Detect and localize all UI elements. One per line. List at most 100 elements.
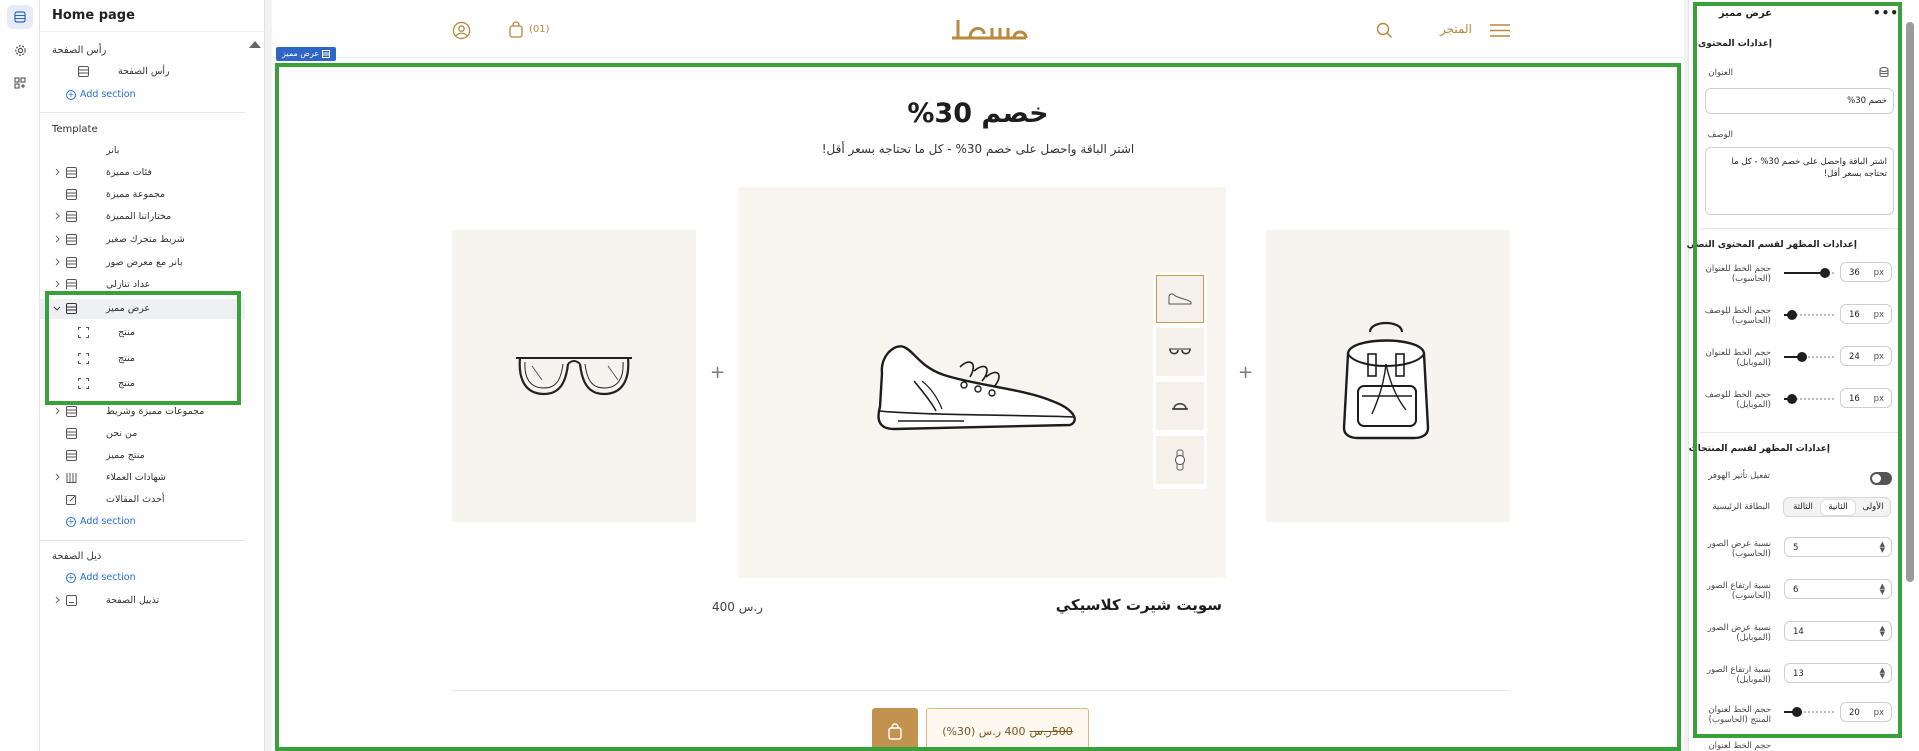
account-icon[interactable] [452, 21, 471, 40]
old-price: 500ر.س [1029, 724, 1073, 738]
tree-item-our-picks[interactable]: مختاراتنا المميزة [40, 207, 245, 227]
store-logo[interactable] [948, 12, 1032, 48]
section-icon [66, 279, 77, 289]
stepper-arrows-icon[interactable]: ▲ ▼ [1880, 541, 1885, 554]
blocks-icon[interactable] [7, 71, 33, 95]
section-icon [66, 428, 77, 439]
chevron-right-icon[interactable] [53, 407, 61, 415]
tree-item-featured-categories[interactable]: فئات مميزة [40, 163, 245, 183]
font-size-label: حجم الخط للوصف (الحاسوب) [1704, 306, 1771, 326]
thumbnail-watch[interactable] [1156, 436, 1204, 484]
plus-icon: + [66, 516, 76, 527]
glasses-icon [1169, 348, 1191, 355]
image-ratio-label: نسبة ارتفاع الصور (الحاسوب) [1706, 581, 1771, 601]
image-ratio-stepper[interactable]: 5 ▲ ▼ [1784, 537, 1892, 557]
font-size-input[interactable]: 36 px [1840, 262, 1892, 282]
image-ratio-stepper[interactable]: 6 ▲ ▼ [1784, 579, 1892, 599]
section-icon [66, 303, 77, 314]
image-ratio-stepper[interactable]: 14 ▲ ▼ [1784, 621, 1892, 641]
slider-knob[interactable] [1792, 707, 1802, 717]
tree-item-latest-articles[interactable]: أحدث المقالات [40, 490, 245, 510]
tree-item-banner[interactable]: بانر [40, 141, 245, 161]
chevron-right-icon[interactable] [53, 280, 61, 288]
preview-canvas: (01) المتجر عرض مميز خصم 30% اشتر الباقة… [272, 0, 1684, 751]
collapse-icon[interactable] [247, 38, 263, 54]
hover-label: تفعيل تأثير الهوفر [1708, 471, 1770, 481]
tree-item-testimonials[interactable]: شهادات العملاء [40, 468, 245, 488]
stepper-arrows-icon[interactable]: ▲ ▼ [1880, 583, 1885, 596]
tree-item-featured-product[interactable]: منتج مميز [40, 446, 245, 466]
gear-icon[interactable] [7, 38, 33, 62]
slider-knob[interactable] [1820, 268, 1830, 278]
slider-knob[interactable] [1787, 310, 1797, 320]
chevron-right-icon[interactable] [53, 212, 61, 220]
font-size-slider[interactable] [1784, 267, 1836, 279]
search-icon[interactable] [1376, 22, 1393, 39]
product-title-font-mobile-label: حجم الخط لعنوان [1708, 741, 1771, 751]
add-section-button[interactable]: + Add section [66, 89, 136, 100]
section-icon [66, 406, 77, 417]
add-to-cart-button[interactable] [872, 708, 918, 751]
add-section-button[interactable]: + Add section [66, 572, 136, 583]
slider-knob[interactable] [1787, 394, 1797, 404]
chevron-right-icon[interactable] [53, 235, 61, 243]
tree-item-marquee[interactable]: شريط متحرك صغير [40, 230, 245, 250]
tree-item-countdown[interactable]: عداد تنازلي [40, 275, 245, 289]
font-size-input[interactable]: 16 px [1840, 304, 1892, 324]
tree-item-gallery-banner[interactable]: بانر مع معرض صور [40, 253, 245, 273]
product-block-icon [78, 327, 89, 338]
main-card-option-second[interactable]: الثانية [1821, 500, 1855, 515]
chevron-right-icon[interactable] [53, 168, 61, 176]
header-group-label: رأس الصفحة [52, 45, 107, 56]
tree-item-product[interactable]: منتج [40, 349, 245, 369]
chevron-down-icon[interactable] [53, 304, 61, 312]
more-options-icon[interactable]: ••• [1873, 6, 1899, 20]
divider [40, 112, 245, 113]
title-input[interactable]: خصم 30% [1705, 88, 1894, 114]
chevron-right-icon[interactable] [53, 258, 61, 266]
font-size-slider[interactable] [1784, 309, 1836, 321]
scrollbar[interactable] [1906, 22, 1914, 582]
thumbnail-sneaker[interactable] [1156, 275, 1204, 323]
stepper-arrows-icon[interactable]: ▲ ▼ [1880, 625, 1885, 638]
thumbnail-cap[interactable] [1156, 382, 1204, 430]
tree-item-collections-strip[interactable]: مجموعات مميزة وشريط [40, 402, 245, 422]
page-title: Home page [52, 8, 135, 23]
font-size-input[interactable]: 24 px [1840, 346, 1892, 366]
tree-item-about[interactable]: من نحن [40, 424, 245, 444]
database-icon[interactable] [1879, 67, 1889, 78]
description-textarea[interactable]: اشتر الباقة واحصل على خصم 30% - كل ما تح… [1705, 147, 1894, 215]
product-card-backpack[interactable] [1266, 230, 1510, 522]
backpack-image [1342, 321, 1430, 440]
image-ratio-stepper[interactable]: 13 ▲ ▼ [1784, 663, 1892, 683]
add-section-button[interactable]: + Add section [66, 516, 136, 527]
section-icon [66, 257, 77, 268]
thumbnail-glasses[interactable] [1156, 328, 1204, 376]
tree-item-product[interactable]: منتج [40, 323, 245, 343]
menu-icon[interactable] [1490, 23, 1510, 38]
tree-item-footer[interactable]: تذييل الصفحة [40, 591, 245, 611]
font-size-slider[interactable] [1784, 393, 1836, 405]
store-link[interactable]: المتجر [1440, 22, 1472, 36]
hover-toggle[interactable] [1870, 472, 1892, 485]
section-badge[interactable]: عرض مميز [276, 47, 337, 61]
tree-item-featured-collection[interactable]: مجموعة مميزة [40, 185, 245, 205]
stepper-arrows-icon[interactable]: ▲ ▼ [1880, 667, 1885, 680]
slider-knob[interactable] [1797, 352, 1807, 362]
chevron-right-icon[interactable] [53, 473, 61, 481]
font-size-input[interactable]: 16 px [1840, 388, 1892, 408]
product-title-font-slider[interactable] [1784, 706, 1836, 718]
layout-icon[interactable] [7, 5, 33, 29]
tree-item-product[interactable]: منتج [40, 374, 245, 394]
product-title-font-input[interactable]: 20 px [1840, 702, 1892, 722]
tree-item-featured-offer[interactable]: عرض مميز [40, 299, 245, 319]
chevron-right-icon[interactable] [53, 596, 61, 604]
main-card-option-third[interactable]: الثالثة [1786, 500, 1820, 515]
cart-icon[interactable] [508, 21, 524, 38]
font-size-slider[interactable] [1784, 351, 1836, 363]
product-card-glasses[interactable] [452, 230, 696, 522]
tree-item-header[interactable]: رأس الصفحة [40, 62, 245, 82]
sneaker-icon [1168, 293, 1192, 305]
main-card-option-first[interactable]: الأولى [1856, 500, 1890, 515]
plus-icon: + [66, 89, 76, 100]
